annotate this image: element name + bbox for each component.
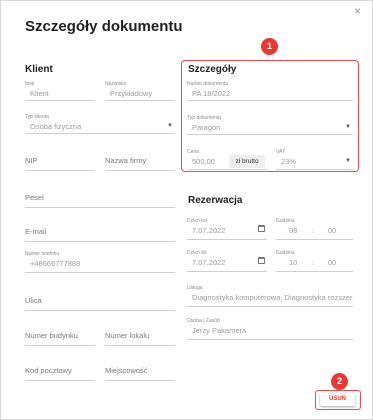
date-to-field[interactable]: Dzień do 7.07.2022 (187, 250, 267, 272)
dialog-title: Szczegóły dokumentu (25, 18, 183, 35)
date-to-label: Dzień do (187, 250, 207, 256)
document-type-select[interactable]: Typ dokumentu Paragon ▼ (187, 115, 353, 135)
vat-value: 23% (281, 157, 297, 166)
phone-value: +48666777888 (30, 259, 81, 268)
service-value: Diagnostyka komputerowa, Diagnostyka roz… (192, 293, 353, 302)
reservation-section-title: Rezerwacja (188, 195, 243, 206)
last-name-label: Nazwisko (105, 81, 127, 87)
time-from-hour[interactable]: 08 (289, 226, 297, 235)
first-name-field[interactable]: Imię Klient (25, 81, 95, 101)
company-name-placeholder: Nazwa firmy (105, 156, 147, 165)
time-from-label: Godzina (276, 218, 295, 224)
city-placeholder: Miejscowość (105, 366, 148, 375)
postal-code-field[interactable]: Kod pocztowy (25, 361, 95, 381)
phone-field[interactable]: Numer telefonu +48666777888 (25, 251, 175, 273)
email-field[interactable]: E-mail (25, 222, 175, 242)
document-type-label: Typ dokumentu (187, 115, 222, 121)
building-number-field[interactable]: Numer budynku (25, 326, 95, 346)
step-badge-2: 2 (331, 373, 348, 390)
document-number-label: Numer dokumentu (187, 81, 229, 87)
time-to-hour[interactable]: 10 (289, 258, 297, 267)
person-value: Jerzy Pakamera (192, 326, 247, 335)
client-type-label: Typ klienta (25, 114, 49, 120)
price-value: 500,00 (192, 157, 215, 166)
last-name-value: Przykładowy (110, 89, 153, 98)
document-details-dialog: × Szczegóły dokumentu Klient Imię Klient… (0, 0, 373, 420)
street-placeholder: Ulica (25, 296, 42, 305)
first-name-value: Klient (30, 89, 49, 98)
time-to-label: Godzina (276, 250, 295, 256)
apartment-number-placeholder: Numer lokalu (105, 331, 150, 340)
first-name-label: Imię (25, 81, 35, 87)
delete-button[interactable]: USUŃ (320, 393, 355, 406)
last-name-field[interactable]: Nazwisko Przykładowy (105, 81, 175, 101)
apartment-number-field[interactable]: Numer lokalu (105, 326, 175, 346)
building-number-placeholder: Numer budynku (25, 331, 78, 340)
chevron-down-icon: ▼ (345, 124, 351, 130)
time-from-field[interactable]: Godzina 08 : 00 (276, 218, 353, 240)
close-icon[interactable]: × (354, 5, 361, 17)
date-to-value: 7.07.2022 (192, 258, 226, 267)
service-field[interactable]: Usługa Diagnostyka komputerowa, Diagnost… (187, 285, 353, 307)
calendar-icon[interactable] (258, 225, 265, 232)
document-number-field[interactable]: Numer dokumentu PA 18/2022 (187, 81, 353, 101)
step-badge-1: 1 (261, 38, 278, 55)
price-mode-toggle[interactable]: zł brutto (229, 155, 265, 168)
time-to-field[interactable]: Godzina 10 : 00 (276, 250, 353, 272)
vat-label: VAT (276, 149, 285, 155)
client-section-title: Klient (25, 64, 53, 75)
client-type-select[interactable]: Typ klienta Osoba fizyczna ▼ (25, 114, 175, 134)
time-to-minute[interactable]: 00 (328, 258, 336, 267)
time-separator: : (312, 258, 315, 267)
price-label: Cena (187, 149, 199, 155)
email-placeholder: E-mail (25, 227, 47, 236)
delete-highlight-box: USUŃ (315, 390, 361, 410)
details-section-title: Szczegóły (188, 64, 237, 75)
postal-code-placeholder: Kod pocztowy (25, 366, 72, 375)
street-field[interactable]: Ulica (25, 291, 175, 311)
date-from-value: 7.07.2022 (192, 226, 226, 235)
time-from-minute[interactable]: 00 (328, 226, 336, 235)
pesel-placeholder: Pesel (25, 193, 44, 202)
nip-field[interactable]: NIP (25, 151, 95, 171)
city-field[interactable]: Miejscowość (105, 361, 175, 381)
time-separator: : (312, 226, 315, 235)
pesel-field[interactable]: Pesel (25, 188, 175, 208)
client-type-value: Osoba fizyczna (30, 122, 82, 131)
company-name-field[interactable]: Nazwa firmy (105, 151, 175, 171)
person-label: Osoba / Zasób (187, 318, 220, 324)
nip-placeholder: NIP (25, 156, 38, 165)
person-field[interactable]: Osoba / Zasób Jerzy Pakamera (187, 318, 353, 340)
date-from-field[interactable]: Dzień od 7.07.2022 (187, 218, 267, 240)
service-label: Usługa (187, 285, 203, 291)
document-number-value: PA 18/2022 (192, 89, 231, 98)
date-from-label: Dzień od (187, 218, 207, 224)
document-type-value: Paragon (192, 123, 221, 132)
phone-label: Numer telefonu (25, 251, 60, 257)
chevron-down-icon: ▼ (345, 158, 351, 164)
calendar-icon[interactable] (258, 257, 265, 264)
chevron-down-icon: ▼ (167, 123, 173, 129)
vat-select[interactable]: VAT 23% ▼ (276, 149, 353, 170)
